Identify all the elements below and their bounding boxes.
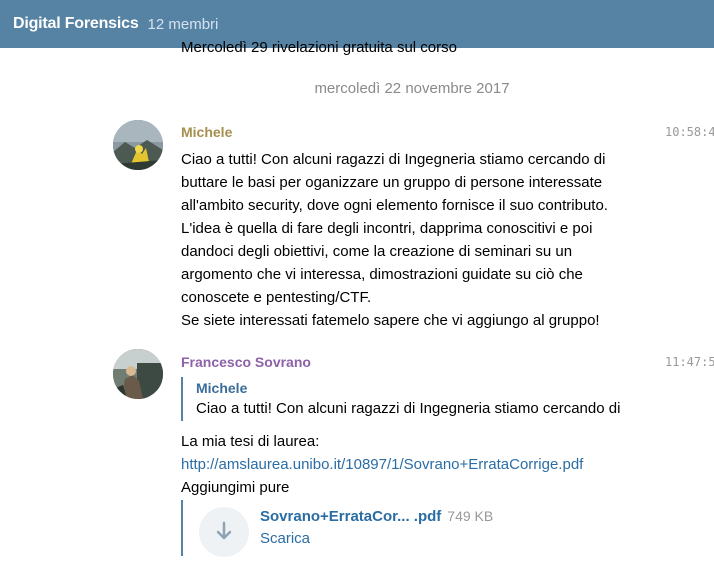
avatar-michele-image	[113, 120, 163, 170]
message-author[interactable]: Francesco Sovrano	[181, 353, 311, 371]
reply-text: Ciao a tutti! Con alcuni ragazzi di Inge…	[196, 400, 621, 417]
download-link[interactable]: Scarica	[260, 529, 310, 549]
date-separator: mercoledì 22 novembre 2017	[314, 80, 510, 97]
message-line: L'idea è quella di fare degli incontri, …	[181, 220, 593, 237]
avatar-michele[interactable]	[113, 120, 163, 170]
file-size: 749 KB	[447, 508, 494, 524]
message-text: Ciao a tutti! Con alcuni ragazzi di Inge…	[181, 148, 651, 332]
chat-title[interactable]: Digital Forensics	[13, 15, 139, 33]
message-author[interactable]: Michele	[181, 123, 232, 141]
members-count[interactable]: 12 membri	[148, 16, 219, 33]
avatar-francesco-image	[113, 349, 163, 399]
avatar-francesco[interactable]	[113, 349, 163, 399]
thesis-link[interactable]: http://amslaurea.unibo.it/10897/1/Sovran…	[181, 456, 583, 473]
message-time: 11:47:51	[665, 355, 714, 369]
previous-message-fragment: Mercoledì 29 rivelazioni gratuita sul co…	[181, 39, 457, 56]
message-line: dandoci degli obiettivi, come la creazio…	[181, 243, 573, 260]
reply-quote[interactable]: Michele Ciao a tutti! Con alcuni ragazzi…	[181, 377, 636, 421]
message-line: Ciao a tutti! Con alcuni ragazzi di Inge…	[181, 151, 606, 168]
reply-author: Michele	[196, 380, 248, 396]
message-line: all'ambito security, dove ogni elemento …	[181, 197, 608, 214]
message-line: argomento che vi interessa, dimostrazion…	[181, 266, 583, 283]
message-line: Aggiungimi pure	[181, 479, 290, 496]
download-arrow-icon[interactable]	[199, 507, 249, 557]
chat-window: Digital Forensics 12 membri Mercoledì 29…	[0, 0, 714, 564]
message-line: La mia tesi di laurea:	[181, 433, 320, 450]
file-attachment: Sovrano+ErrataCor... .pdf 749 KB Scarica	[181, 500, 561, 557]
message-time: 10:58:41	[665, 125, 714, 139]
message-line: buttare le basi per oganizzare un gruppo…	[181, 174, 603, 191]
message-text: La mia tesi di laurea: http://amslaurea.…	[181, 430, 583, 499]
file-name-text[interactable]: Sovrano+ErrataCor... .pdf	[260, 508, 441, 525]
message-line: Se siete interessati fatemelo sapere che…	[181, 312, 600, 329]
file-name[interactable]: Sovrano+ErrataCor... .pdf 749 KB	[260, 506, 493, 527]
message-line: conoscete e pentesting/CTF.	[181, 289, 372, 306]
